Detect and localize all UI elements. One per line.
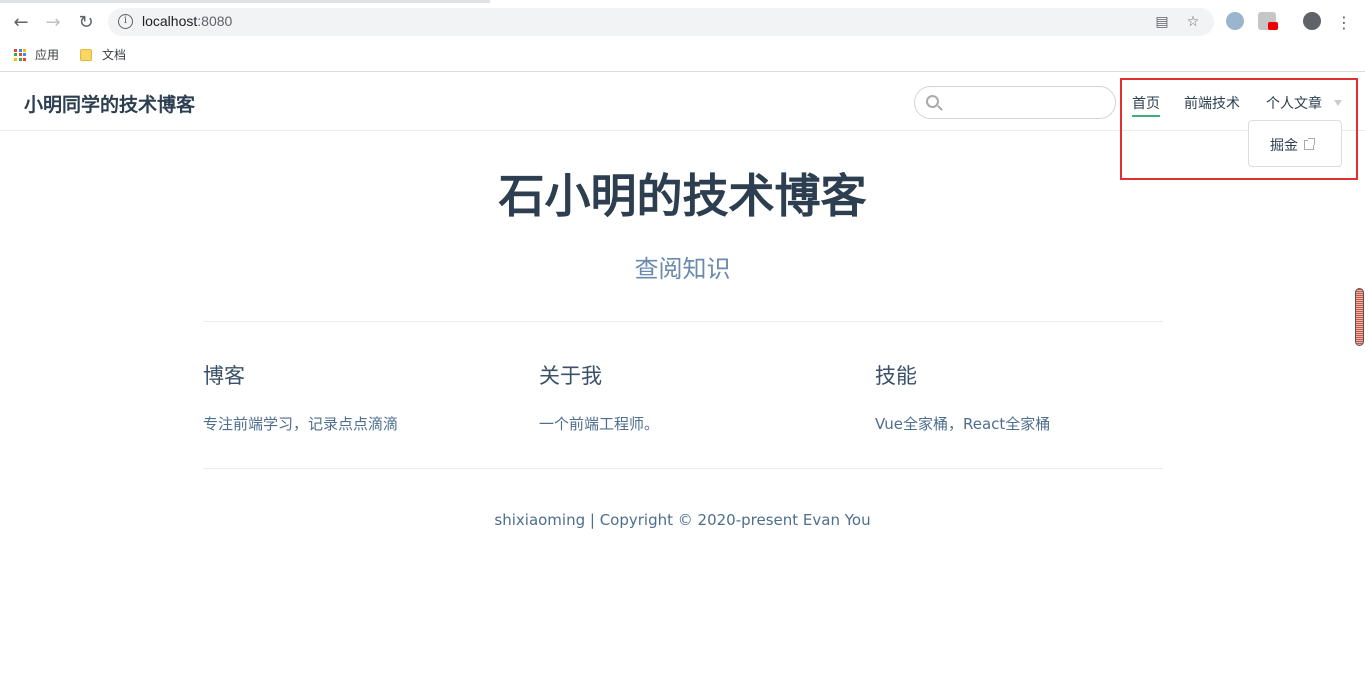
address-bar[interactable]: i localhost:8080 ▤ ☆: [108, 8, 1214, 36]
feature-details: 专注前端学习，记录点点滴滴: [203, 415, 399, 433]
divider: [203, 321, 1163, 322]
back-icon[interactable]: ←: [10, 11, 32, 33]
extension-icon[interactable]: [1226, 12, 1244, 30]
footer-text: shixiaoming | Copyright © 2020-present E…: [494, 511, 871, 529]
feature-details: Vue全家桶，React全家桶: [875, 415, 1051, 433]
feature-card: 关于我 一个前端工程师。: [539, 360, 839, 434]
scrollbar-thumb[interactable]: [1355, 288, 1364, 346]
search-input[interactable]: [914, 86, 1116, 119]
bookmark-label: 应用: [35, 48, 60, 62]
bookmarks-bar: 应用 文档: [0, 42, 1365, 72]
feature-card: 博客 专注前端学习，记录点点滴滴: [203, 360, 503, 434]
extension-icon[interactable]: [1258, 12, 1278, 30]
reload-icon[interactable]: ↻: [75, 11, 97, 33]
feature-title: 博客: [203, 364, 245, 388]
info-icon[interactable]: i: [118, 14, 133, 29]
search-icon: [926, 95, 939, 108]
bookmark-label: 文档: [102, 48, 127, 62]
feature-details: 一个前端工程师。: [539, 415, 660, 433]
feature-card: 技能 Vue全家桶，React全家桶: [875, 360, 1175, 434]
divider: [203, 468, 1163, 469]
feature-title: 技能: [875, 364, 917, 388]
menu-icon[interactable]: ⋮: [1333, 11, 1355, 33]
bookmark-apps[interactable]: 应用: [14, 46, 59, 63]
forward-icon[interactable]: →: [42, 11, 64, 33]
url-text[interactable]: localhost:8080: [142, 13, 232, 29]
folder-icon: [80, 48, 92, 61]
translate-icon[interactable]: ▤: [1153, 13, 1171, 31]
hero-title: 石小明的技术博客: [498, 169, 867, 223]
star-icon[interactable]: ☆: [1184, 13, 1202, 31]
bookmark-docs[interactable]: 文档: [80, 46, 126, 63]
tab-strip-edge: [0, 0, 490, 3]
apps-grid-icon: [14, 48, 26, 61]
hero-description: 查阅知识: [634, 255, 731, 283]
account-icon[interactable]: [1303, 12, 1321, 30]
feature-title: 关于我: [539, 364, 602, 388]
browser-toolbar: ← → ↻ i localhost:8080 ▤ ☆ ⋮: [0, 0, 1365, 42]
site-name-link[interactable]: 小明同学的技术博客: [24, 90, 195, 117]
